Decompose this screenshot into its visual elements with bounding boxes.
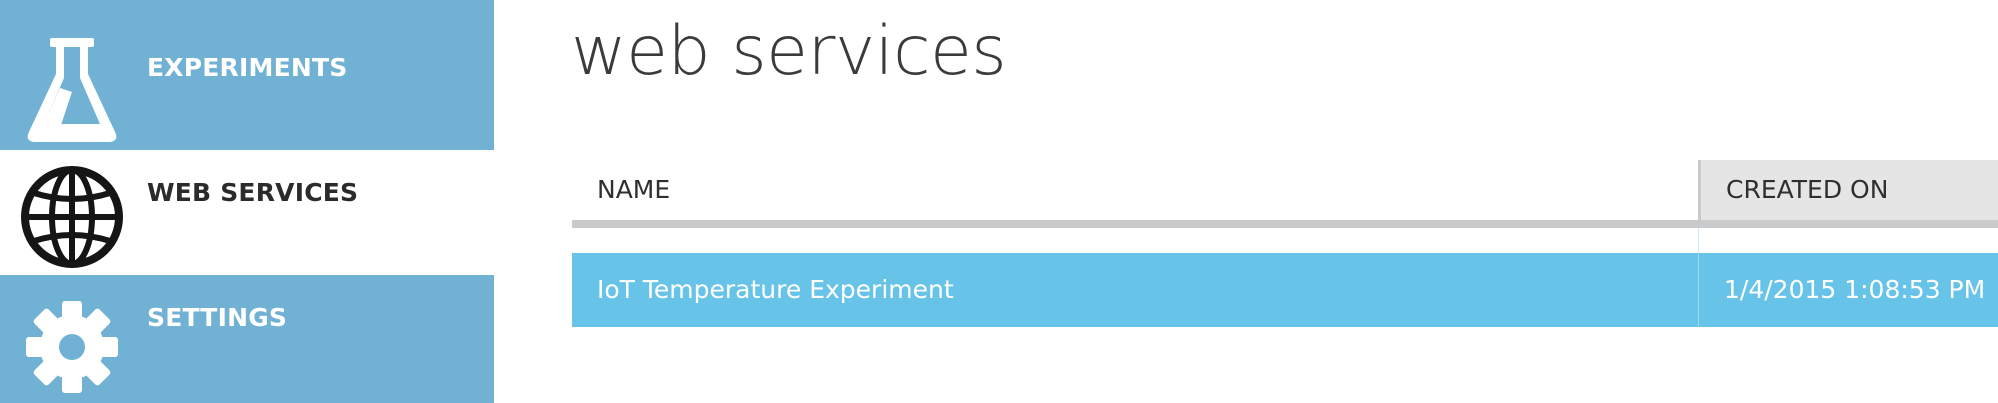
sidebar-item-label: EXPERIMENTS bbox=[147, 53, 348, 82]
sidebar-item-label: WEB SERVICES bbox=[147, 178, 359, 207]
sidebar-item-label: SETTINGS bbox=[147, 303, 288, 332]
gear-icon bbox=[20, 295, 124, 399]
sidebar-item-settings[interactable]: SETTINGS bbox=[0, 275, 494, 403]
flask-icon bbox=[20, 38, 124, 142]
cell-name[interactable]: IoT Temperature Experiment bbox=[572, 253, 1698, 327]
column-divider bbox=[1698, 228, 1699, 253]
page-title: web services bbox=[571, 12, 1007, 91]
web-services-table: NAME CREATED ON IoT Temperature Experime… bbox=[572, 160, 1998, 327]
sidebar-item-web-services[interactable]: WEB SERVICES bbox=[0, 150, 494, 275]
cell-created-on: 1/4/2015 1:08:53 PM bbox=[1698, 253, 1998, 327]
sidebar-item-experiments[interactable]: EXPERIMENTS bbox=[0, 0, 494, 150]
app-window: EXPERIMENTS WEB SERVICES SETTINGS web se… bbox=[0, 0, 1998, 403]
column-header-created-on[interactable]: CREATED ON bbox=[1698, 160, 1998, 220]
table-spacer bbox=[572, 228, 1998, 253]
globe-icon bbox=[20, 165, 124, 269]
sidebar: EXPERIMENTS WEB SERVICES SETTINGS bbox=[0, 0, 494, 403]
table-row[interactable]: IoT Temperature Experiment 1/4/2015 1:08… bbox=[572, 253, 1998, 327]
column-header-name[interactable]: NAME bbox=[572, 160, 1698, 220]
table-header: NAME CREATED ON bbox=[572, 160, 1998, 228]
